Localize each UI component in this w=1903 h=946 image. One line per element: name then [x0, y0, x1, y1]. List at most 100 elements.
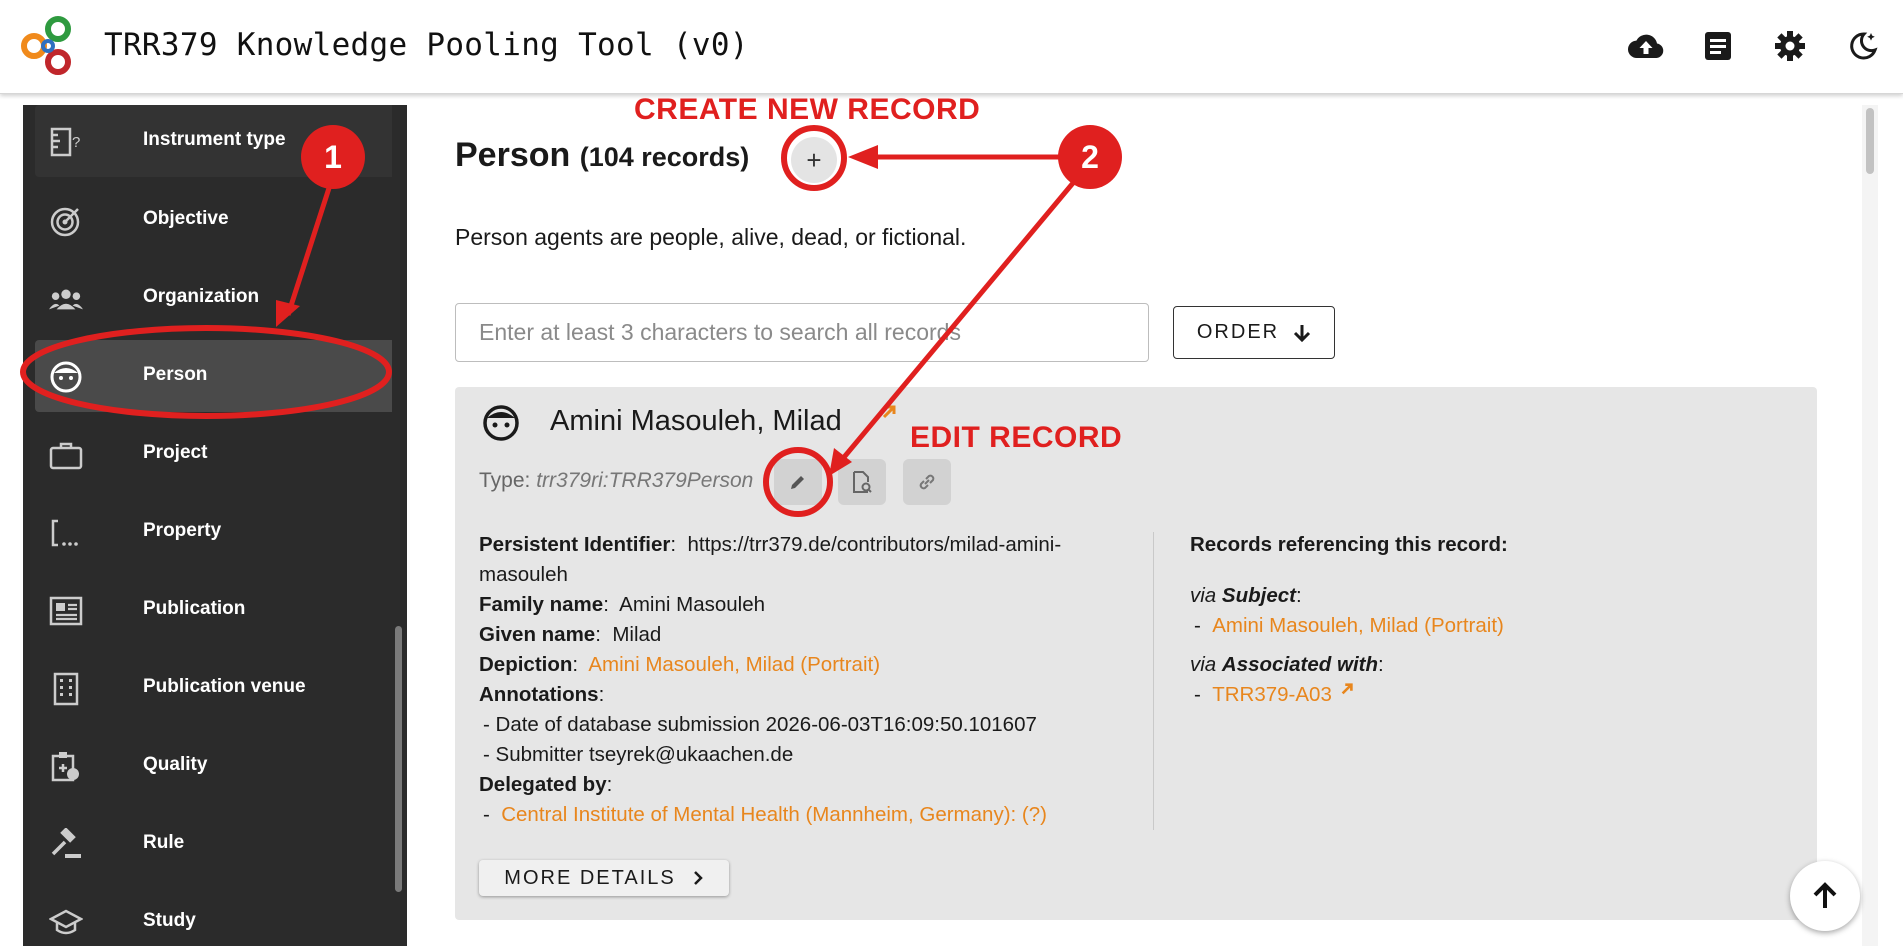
svg-text:?: ? [72, 134, 80, 151]
pencil-icon [791, 476, 804, 489]
order-label: ORDER [1196, 321, 1280, 343]
family-name-value: Amini Masouleh [619, 593, 766, 616]
given-name-value: Milad [612, 623, 662, 646]
app-title: TRR379 Knowledge Pooling Tool (v0) [104, 27, 749, 63]
file-preview-icon [853, 471, 872, 493]
document-icon [1705, 32, 1731, 60]
sidebar-item-label: Publication venue [143, 676, 306, 697]
sidebar-item-label: Organization [143, 286, 260, 307]
subject-reference-item: - Amini Masouleh, Milad (Portrait) [1194, 614, 1504, 637]
sidebar-item-property[interactable]: Property [35, 496, 401, 568]
scroll-to-top-button[interactable] [1790, 861, 1860, 931]
sidebar-item-rule[interactable]: Rule [35, 808, 401, 880]
annotations-row: Annotations: [479, 683, 605, 706]
references-panel: Records referencing this record: via Sub… [1190, 530, 1750, 710]
sidebar-item-publication[interactable]: Publication [35, 574, 401, 646]
create-record-annotation: CREATE NEW RECORD [634, 93, 981, 126]
type-label: Type: [479, 469, 531, 492]
sidebar-item-publication-venue[interactable]: Publication venue [35, 652, 401, 724]
order-button[interactable]: ORDER [1173, 306, 1335, 359]
delegated-label: Delegated by [479, 773, 607, 796]
edit-record-button[interactable] [774, 459, 822, 505]
record-properties: Persistent Identifier: https://trr379.de… [479, 530, 1119, 830]
copy-link-button[interactable] [903, 459, 951, 505]
gear-icon [1775, 31, 1805, 61]
record-count: (104 records) [579, 142, 750, 172]
sidebar-item-label: Property [143, 520, 222, 541]
via-associated-row: via Associated with: [1190, 653, 1384, 676]
via-subject-row: via Subject: [1190, 584, 1302, 607]
subject-reference-link[interactable]: Amini Masouleh, Milad (Portrait) [1212, 614, 1504, 637]
arrow-up-icon [1813, 882, 1837, 908]
annotation-date: - Date of database submission 2026-06-03… [483, 713, 1037, 736]
references-heading-text: Records referencing this record: [1190, 533, 1508, 556]
via-associated-label: Associated with [1221, 653, 1378, 676]
record-type: Type: trr379ri:TRR379Person [479, 469, 753, 493]
sidebar-item-label: Rule [143, 832, 185, 853]
annotations-label: Annotations [479, 683, 599, 706]
family-name-label: Family name [479, 593, 604, 616]
sidebar-item-label: Publication [143, 598, 246, 619]
delegated-row: Delegated by: [479, 773, 613, 796]
school-icon [49, 906, 83, 940]
depiction-link[interactable]: Amini Masouleh, Milad (Portrait) [588, 653, 880, 676]
external-link-icon[interactable] [1340, 682, 1354, 696]
documentation-button[interactable] [1700, 28, 1736, 64]
step-badge-2: 2 [1058, 125, 1122, 189]
associated-reference-link[interactable]: TRR379-A03 [1212, 683, 1332, 706]
more-details-label: MORE DETAILS [504, 866, 676, 889]
theme-toggle-button[interactable] [1845, 28, 1881, 64]
type-value: trr379ri:TRR379Person [536, 469, 754, 492]
sidebar-item-quality[interactable]: Quality [35, 730, 401, 802]
depiction-label: Depiction [479, 653, 573, 676]
given-name-row: Given name: Milad [479, 623, 662, 646]
instrument-icon: ? [49, 125, 83, 159]
page-description: Person agents are people, alive, dead, o… [455, 224, 967, 250]
sidebar-nav: ? Instrument type Objective Organization… [23, 105, 407, 946]
target-icon [49, 204, 83, 238]
sidebar-item-label: Objective [143, 208, 229, 229]
via-associated-prefix: via [1190, 653, 1217, 676]
newspaper-icon [49, 594, 83, 628]
sidebar-item-label: Quality [143, 754, 208, 775]
external-link-icon[interactable] [881, 404, 897, 420]
arrow-down-icon [1294, 324, 1311, 342]
annotation-submitter: - Submitter tseyrek@ukaachen.de [483, 743, 794, 766]
face-icon [483, 405, 519, 441]
settings-button[interactable] [1772, 28, 1808, 64]
pid-label: Persistent Identifier [479, 533, 671, 556]
sidebar-item-objective[interactable]: Objective [35, 184, 401, 256]
briefcase-icon [49, 438, 83, 472]
property-icon [49, 516, 83, 550]
column-divider [1153, 532, 1154, 830]
depiction-row: Depiction: Amini Masouleh, Milad (Portra… [479, 653, 881, 676]
gavel-icon [49, 828, 83, 862]
app-logo [21, 16, 71, 75]
view-source-button[interactable] [838, 459, 886, 505]
main-scrollbar-thumb[interactable] [1866, 108, 1874, 174]
create-record-button[interactable]: + [791, 137, 837, 183]
associated-reference-item: - TRR379-A03 [1190, 680, 1750, 710]
face-icon [49, 360, 83, 394]
more-details-button[interactable]: MORE DETAILS [479, 860, 729, 896]
sidebar-item-organization[interactable]: Organization [35, 262, 401, 334]
sidebar-item-label: Instrument type [143, 129, 286, 150]
sidebar-item-label: Project [143, 442, 208, 463]
step-badge-1: 1 [301, 125, 365, 189]
sidebar-item-person[interactable]: Person [35, 340, 401, 412]
delegated-link[interactable]: Central Institute of Mental Health (Mann… [501, 803, 1047, 826]
link-icon [919, 474, 935, 490]
references-heading: Records referencing this record: [1190, 530, 1750, 560]
page-title: Person (104 records) [455, 136, 749, 175]
main-scrollbar[interactable] [1862, 105, 1878, 946]
chevron-right-icon [693, 871, 703, 885]
search-input[interactable] [455, 303, 1149, 362]
upload-button[interactable] [1628, 28, 1664, 64]
sidebar-scrollbar-thumb[interactable] [395, 626, 402, 892]
pid-row: Persistent Identifier: https://trr379.de… [479, 533, 1062, 586]
record-name: Amini Masouleh, Milad [550, 405, 842, 437]
sidebar-item-study[interactable]: Study [35, 886, 401, 946]
cloud-upload-icon [1628, 34, 1664, 59]
edit-record-annotation: EDIT RECORD [910, 421, 1123, 454]
sidebar-item-project[interactable]: Project [35, 418, 401, 490]
